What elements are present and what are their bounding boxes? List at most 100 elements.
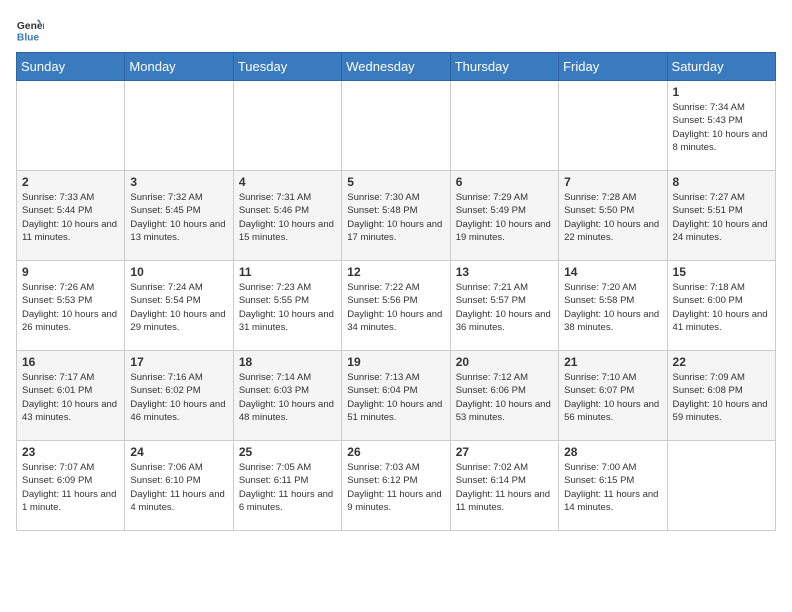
calendar-header-row: SundayMondayTuesdayWednesdayThursdayFrid… xyxy=(17,53,776,81)
day-info: Sunrise: 7:31 AM Sunset: 5:46 PM Dayligh… xyxy=(239,191,336,244)
day-info: Sunrise: 7:21 AM Sunset: 5:57 PM Dayligh… xyxy=(456,281,553,334)
calendar-cell xyxy=(125,81,233,171)
calendar-cell xyxy=(559,81,667,171)
day-info: Sunrise: 7:33 AM Sunset: 5:44 PM Dayligh… xyxy=(22,191,119,244)
day-number: 28 xyxy=(564,445,661,459)
calendar-cell: 13 Sunrise: 7:21 AM Sunset: 5:57 PM Dayli… xyxy=(450,261,558,351)
day-info: Sunrise: 7:24 AM Sunset: 5:54 PM Dayligh… xyxy=(130,281,227,334)
calendar-cell: 27 Sunrise: 7:02 AM Sunset: 6:14 PM Dayli… xyxy=(450,441,558,531)
day-number: 22 xyxy=(673,355,770,369)
day-info: Sunrise: 7:28 AM Sunset: 5:50 PM Dayligh… xyxy=(564,191,661,244)
page-header: General Blue xyxy=(16,16,776,44)
column-header-thursday: Thursday xyxy=(450,53,558,81)
day-number: 21 xyxy=(564,355,661,369)
day-number: 25 xyxy=(239,445,336,459)
day-info: Sunrise: 7:29 AM Sunset: 5:49 PM Dayligh… xyxy=(456,191,553,244)
calendar-cell: 4 Sunrise: 7:31 AM Sunset: 5:46 PM Daylig… xyxy=(233,171,341,261)
calendar-cell: 3Sunrise: 7:32 AM Sunset: 5:45 PM Daylig… xyxy=(125,171,233,261)
day-number: 9 xyxy=(22,265,119,279)
logo: General Blue xyxy=(16,16,48,44)
day-number: 17 xyxy=(130,355,227,369)
day-number: 10 xyxy=(130,265,227,279)
calendar-cell xyxy=(233,81,341,171)
calendar-week-2: 2Sunrise: 7:33 AM Sunset: 5:44 PM Daylig… xyxy=(17,171,776,261)
calendar-week-1: 1 Sunrise: 7:34 AM Sunset: 5:43 PM Daylig… xyxy=(17,81,776,171)
day-number: 7 xyxy=(564,175,661,189)
svg-text:Blue: Blue xyxy=(17,32,40,43)
day-info: Sunrise: 7:20 AM Sunset: 5:58 PM Dayligh… xyxy=(564,281,661,334)
day-number: 15 xyxy=(673,265,770,279)
calendar-cell: 18 Sunrise: 7:14 AM Sunset: 6:03 PM Dayli… xyxy=(233,351,341,441)
calendar-cell: 8 Sunrise: 7:27 AM Sunset: 5:51 PM Daylig… xyxy=(667,171,775,261)
day-number: 19 xyxy=(347,355,444,369)
calendar-cell: 10 Sunrise: 7:24 AM Sunset: 5:54 PM Dayli… xyxy=(125,261,233,351)
day-number: 20 xyxy=(456,355,553,369)
calendar-cell: 14 Sunrise: 7:20 AM Sunset: 5:58 PM Dayli… xyxy=(559,261,667,351)
day-info: Sunrise: 7:07 AM Sunset: 6:09 PM Dayligh… xyxy=(22,461,119,514)
calendar-cell: 17Sunrise: 7:16 AM Sunset: 6:02 PM Dayli… xyxy=(125,351,233,441)
day-info: Sunrise: 7:26 AM Sunset: 5:53 PM Dayligh… xyxy=(22,281,119,334)
column-header-friday: Friday xyxy=(559,53,667,81)
calendar-week-5: 23 Sunrise: 7:07 AM Sunset: 6:09 PM Dayli… xyxy=(17,441,776,531)
calendar-cell: 22 Sunrise: 7:09 AM Sunset: 6:08 PM Dayli… xyxy=(667,351,775,441)
day-info: Sunrise: 7:14 AM Sunset: 6:03 PM Dayligh… xyxy=(239,371,336,424)
day-number: 4 xyxy=(239,175,336,189)
calendar-cell: 24 Sunrise: 7:06 AM Sunset: 6:10 PM Dayli… xyxy=(125,441,233,531)
day-info: Sunrise: 7:34 AM Sunset: 5:43 PM Dayligh… xyxy=(673,101,770,154)
day-number: 6 xyxy=(456,175,553,189)
day-info: Sunrise: 7:23 AM Sunset: 5:55 PM Dayligh… xyxy=(239,281,336,334)
day-number: 27 xyxy=(456,445,553,459)
calendar-cell: 7 Sunrise: 7:28 AM Sunset: 5:50 PM Daylig… xyxy=(559,171,667,261)
day-number: 11 xyxy=(239,265,336,279)
calendar-week-3: 9 Sunrise: 7:26 AM Sunset: 5:53 PM Daylig… xyxy=(17,261,776,351)
day-number: 16 xyxy=(22,355,119,369)
day-info: Sunrise: 7:05 AM Sunset: 6:11 PM Dayligh… xyxy=(239,461,336,514)
day-number: 12 xyxy=(347,265,444,279)
calendar-cell: 6 Sunrise: 7:29 AM Sunset: 5:49 PM Daylig… xyxy=(450,171,558,261)
day-number: 13 xyxy=(456,265,553,279)
day-info: Sunrise: 7:18 AM Sunset: 6:00 PM Dayligh… xyxy=(673,281,770,334)
day-info: Sunrise: 7:12 AM Sunset: 6:06 PM Dayligh… xyxy=(456,371,553,424)
column-header-saturday: Saturday xyxy=(667,53,775,81)
calendar-week-4: 16 Sunrise: 7:17 AM Sunset: 6:01 PM Dayli… xyxy=(17,351,776,441)
calendar-cell: 5 Sunrise: 7:30 AM Sunset: 5:48 PM Daylig… xyxy=(342,171,450,261)
day-number: 5 xyxy=(347,175,444,189)
day-info: Sunrise: 7:00 AM Sunset: 6:15 PM Dayligh… xyxy=(564,461,661,514)
day-number: 18 xyxy=(239,355,336,369)
day-info: Sunrise: 7:06 AM Sunset: 6:10 PM Dayligh… xyxy=(130,461,227,514)
column-header-wednesday: Wednesday xyxy=(342,53,450,81)
calendar-cell xyxy=(17,81,125,171)
calendar-cell: 23 Sunrise: 7:07 AM Sunset: 6:09 PM Dayli… xyxy=(17,441,125,531)
day-info: Sunrise: 7:02 AM Sunset: 6:14 PM Dayligh… xyxy=(456,461,553,514)
day-info: Sunrise: 7:09 AM Sunset: 6:08 PM Dayligh… xyxy=(673,371,770,424)
calendar-cell: 2Sunrise: 7:33 AM Sunset: 5:44 PM Daylig… xyxy=(17,171,125,261)
column-header-sunday: Sunday xyxy=(17,53,125,81)
day-number: 8 xyxy=(673,175,770,189)
calendar-cell: 28 Sunrise: 7:00 AM Sunset: 6:15 PM Dayli… xyxy=(559,441,667,531)
calendar-cell: 11 Sunrise: 7:23 AM Sunset: 5:55 PM Dayli… xyxy=(233,261,341,351)
calendar-cell: 15 Sunrise: 7:18 AM Sunset: 6:00 PM Dayli… xyxy=(667,261,775,351)
day-info: Sunrise: 7:10 AM Sunset: 6:07 PM Dayligh… xyxy=(564,371,661,424)
column-header-tuesday: Tuesday xyxy=(233,53,341,81)
calendar-cell: 26Sunrise: 7:03 AM Sunset: 6:12 PM Dayli… xyxy=(342,441,450,531)
day-number: 14 xyxy=(564,265,661,279)
day-number: 1 xyxy=(673,85,770,99)
day-info: Sunrise: 7:32 AM Sunset: 5:45 PM Dayligh… xyxy=(130,191,227,244)
calendar: SundayMondayTuesdayWednesdayThursdayFrid… xyxy=(16,52,776,531)
day-info: Sunrise: 7:13 AM Sunset: 6:04 PM Dayligh… xyxy=(347,371,444,424)
day-info: Sunrise: 7:17 AM Sunset: 6:01 PM Dayligh… xyxy=(22,371,119,424)
calendar-cell: 9 Sunrise: 7:26 AM Sunset: 5:53 PM Daylig… xyxy=(17,261,125,351)
day-info: Sunrise: 7:22 AM Sunset: 5:56 PM Dayligh… xyxy=(347,281,444,334)
day-info: Sunrise: 7:30 AM Sunset: 5:48 PM Dayligh… xyxy=(347,191,444,244)
day-number: 24 xyxy=(130,445,227,459)
calendar-cell xyxy=(450,81,558,171)
day-number: 23 xyxy=(22,445,119,459)
calendar-cell: 21 Sunrise: 7:10 AM Sunset: 6:07 PM Dayli… xyxy=(559,351,667,441)
day-info: Sunrise: 7:27 AM Sunset: 5:51 PM Dayligh… xyxy=(673,191,770,244)
column-header-monday: Monday xyxy=(125,53,233,81)
calendar-cell: 19 Sunrise: 7:13 AM Sunset: 6:04 PM Dayli… xyxy=(342,351,450,441)
calendar-cell xyxy=(667,441,775,531)
calendar-cell: 20 Sunrise: 7:12 AM Sunset: 6:06 PM Dayli… xyxy=(450,351,558,441)
day-info: Sunrise: 7:03 AM Sunset: 6:12 PM Dayligh… xyxy=(347,461,444,514)
logo-icon: General Blue xyxy=(16,16,44,44)
